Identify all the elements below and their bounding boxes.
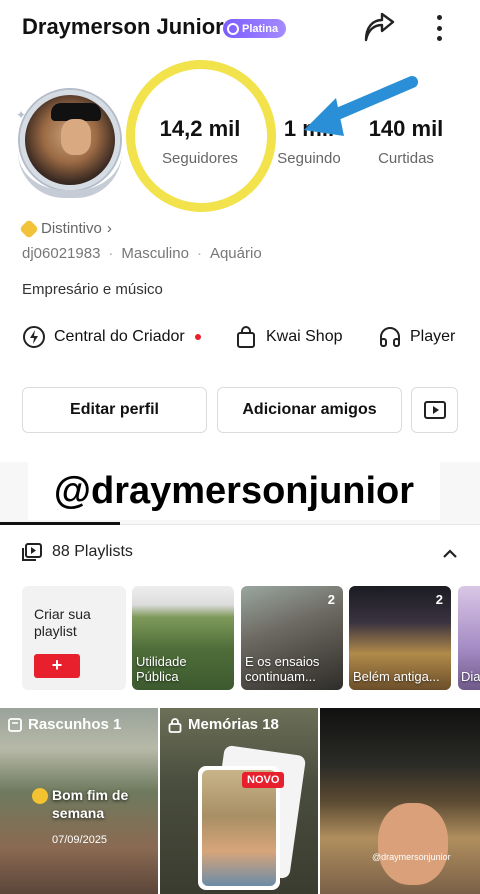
video-tile[interactable]: @draymersonjunior xyxy=(320,708,480,894)
drafts-icon xyxy=(8,717,22,732)
playlists-header[interactable]: 88 Playlists xyxy=(22,543,133,561)
more-options-icon[interactable] xyxy=(428,12,450,44)
drafts-label: Rascunhos 1 xyxy=(8,716,121,733)
bio: Empresário e músico xyxy=(22,281,163,298)
lock-icon xyxy=(168,717,182,733)
active-tab-indicator xyxy=(0,522,120,525)
emoji-icon xyxy=(32,788,48,804)
play-icon xyxy=(423,401,446,419)
laurel-frame xyxy=(18,152,122,198)
playlist-icon xyxy=(22,543,42,561)
drafts-label-text: Rascunhos 1 xyxy=(28,716,122,733)
playlist-card[interactable]: 2 Belém antiga... xyxy=(349,586,451,690)
distintivo-icon xyxy=(19,218,39,239)
kwai-shop-link[interactable]: Kwai Shop xyxy=(234,322,343,352)
kwai-shop-label: Kwai Shop xyxy=(266,328,343,345)
video-button[interactable] xyxy=(411,387,458,433)
avatar[interactable]: ✦ xyxy=(16,90,124,200)
player-link[interactable]: Player xyxy=(378,322,455,352)
playlist-card[interactable]: Utilidade Pública xyxy=(132,586,234,690)
gender: Masculino xyxy=(121,245,189,262)
star-icon: ✦ xyxy=(16,108,27,122)
playlist-title: Belém antiga... xyxy=(353,669,440,684)
edit-profile-button[interactable]: Editar perfil xyxy=(22,387,207,433)
person-thumbnail xyxy=(378,803,448,885)
playlist-card[interactable]: Dia xyxy=(458,586,480,690)
drafts-tile[interactable]: Rascunhos 1 Bom fim de semana 07/09/2025 xyxy=(0,708,158,894)
lightning-icon xyxy=(23,326,45,348)
memories-label: Memórias 18 xyxy=(168,716,279,733)
distintivo-label: Distintivo xyxy=(41,220,102,237)
platina-badge[interactable]: Platina xyxy=(223,19,287,38)
watermark-text: @draymersonjunior xyxy=(372,852,451,862)
user-id: dj06021983 xyxy=(22,245,101,262)
badge-icon xyxy=(227,22,239,35)
playlist-title: E os ensaios continuam... xyxy=(245,654,320,684)
creator-center-link[interactable]: Central do Criador xyxy=(22,322,201,352)
playlist-title: Utilidade Pública xyxy=(136,654,187,684)
playlist-card[interactable]: 2 E os ensaios continuam... xyxy=(241,586,343,690)
arrow-annotation xyxy=(290,72,420,142)
platina-badge-label: Platina xyxy=(242,22,279,35)
playlists-count: 88 Playlists xyxy=(52,543,133,560)
distintivo-link[interactable]: Distintivo › xyxy=(19,218,112,239)
shopping-bag-icon xyxy=(237,326,255,348)
draft-caption: Bom fim de semana xyxy=(52,787,129,821)
add-friends-button[interactable]: Adicionar amigos xyxy=(217,387,402,433)
creator-center-label: Central do Criador xyxy=(54,328,185,345)
highlight-circle-annotation xyxy=(116,50,286,222)
new-badge: NOVO xyxy=(242,772,285,788)
playlist-count: 2 xyxy=(435,592,443,607)
share-icon[interactable] xyxy=(362,12,396,44)
chevron-up-icon[interactable] xyxy=(440,544,460,564)
create-playlist-card[interactable]: Criar sua playlist + xyxy=(22,586,126,690)
zodiac-sign: Aquário xyxy=(209,245,262,262)
player-label: Player xyxy=(410,328,456,345)
draft-date: 07/09/2025 xyxy=(52,834,108,846)
memories-tile[interactable]: Memórias 18 xyxy=(160,708,318,894)
chevron-right-icon: › xyxy=(106,220,112,237)
profile-name: Draymerson Junior xyxy=(22,14,224,39)
create-playlist-button[interactable]: + xyxy=(34,654,80,678)
profile-meta: dj06021983 · Masculino · Aquário xyxy=(22,245,262,262)
likes-label: Curtidas xyxy=(378,150,434,167)
playlist-count: 2 xyxy=(327,592,335,607)
username-banner: @draymersonjunior xyxy=(28,462,440,520)
playlist-title: Dia xyxy=(461,669,480,684)
notification-dot xyxy=(194,334,201,340)
create-playlist-label: Criar sua playlist xyxy=(34,606,91,639)
headphones-icon xyxy=(380,327,400,347)
memories-label-text: Memórias 18 xyxy=(188,716,279,733)
